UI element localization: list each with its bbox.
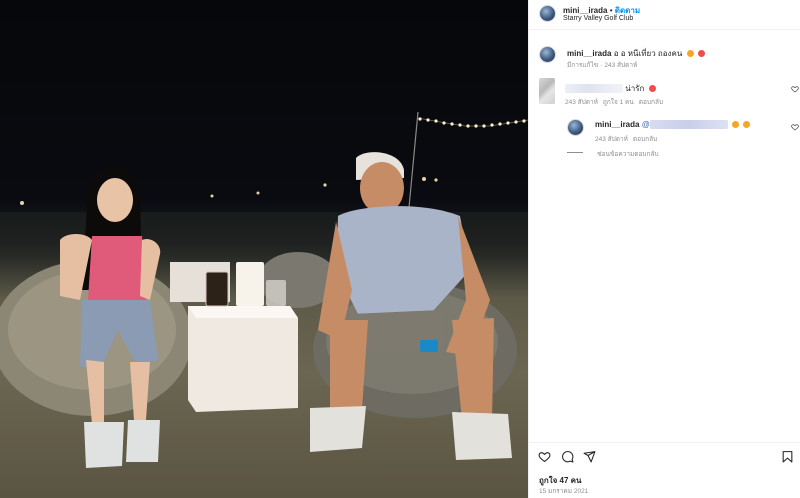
- header-dot-separator: •: [609, 6, 613, 15]
- post-photo[interactable]: [0, 0, 528, 498]
- comment-icon[interactable]: [561, 450, 574, 463]
- grin-emoji-icon-3: [743, 121, 751, 128]
- share-icon[interactable]: [583, 450, 596, 463]
- reply: mini__irada @: [595, 120, 751, 129]
- reply-author-avatar[interactable]: [567, 119, 584, 136]
- post-location[interactable]: Starry Valley Golf Club: [563, 15, 633, 22]
- hide-replies-button[interactable]: ซ่อนข้อความตอบกลับ: [597, 151, 658, 158]
- photo-illustration: [0, 111, 528, 468]
- grin-emoji-icon-2: [732, 121, 740, 128]
- post-side-panel: mini__irada • ติดตาม Starry Valley Golf …: [528, 0, 800, 498]
- reply-username[interactable]: mini__irada: [595, 120, 639, 129]
- comment-meta: 243 สัปดาห์ ถูกใจ 1 คน ตอบกลับ: [565, 97, 668, 107]
- follow-button[interactable]: ติดตาม: [615, 6, 640, 15]
- peach-emoji-icon: [697, 50, 705, 57]
- heart-icon[interactable]: [538, 450, 551, 463]
- caption-edited-label: มีการแก้ไข: [567, 62, 599, 69]
- caption-text: อ อ หนีเที่ยว ถองคน: [613, 49, 683, 58]
- bookmark-icon[interactable]: [781, 450, 794, 463]
- comment-reply-button[interactable]: ตอบกลับ: [639, 99, 663, 106]
- post-actions: ถูกใจ 47 คน 15 มกราคม 2021: [529, 442, 800, 498]
- comment-time: 243 สัปดาห์: [565, 99, 598, 106]
- commenter-avatar[interactable]: [539, 78, 555, 104]
- reply-mention[interactable]: [649, 120, 728, 129]
- comment: น่ารัก: [565, 82, 656, 95]
- reply-reply-button[interactable]: ตอบกลับ: [633, 136, 657, 143]
- comment-like-heart-icon[interactable]: [791, 85, 799, 93]
- reply-like-heart-icon[interactable]: [791, 123, 799, 131]
- caption-time: 243 สัปดาห์: [604, 62, 638, 69]
- caption-meta-sep: ·: [600, 62, 603, 69]
- author-username[interactable]: mini__irada: [563, 6, 607, 15]
- grin-emoji-icon: [686, 50, 694, 57]
- heart-eyes-emoji-icon: [648, 85, 656, 92]
- caption: mini__irada อ อ หนีเที่ยว ถองคน: [567, 47, 705, 60]
- reply-time: 243 สัปดาห์: [595, 136, 628, 143]
- commenter-username[interactable]: [565, 84, 623, 93]
- comment-likes[interactable]: ถูกใจ 1 คน: [603, 99, 634, 106]
- instagram-post-view: mini__irada • ติดตาม Starry Valley Golf …: [0, 0, 800, 498]
- reply-meta: 243 สัปดาห์ ตอบกลับ: [595, 134, 662, 144]
- comment-text: น่ารัก: [625, 84, 645, 93]
- reply-mention-at[interactable]: @: [642, 120, 650, 129]
- hide-replies-line: [567, 152, 583, 153]
- author-avatar[interactable]: [539, 5, 556, 22]
- hide-replies-row[interactable]: ซ่อนข้อความตอบกลับ: [567, 149, 659, 159]
- caption-author-avatar[interactable]: [539, 46, 556, 63]
- caption-meta: มีการแก้ไข · 243 สัปดาห์: [567, 60, 642, 70]
- post-header: mini__irada • ติดตาม Starry Valley Golf …: [529, 0, 800, 30]
- post-date: 15 มกราคม 2021: [539, 488, 589, 495]
- caption-username[interactable]: mini__irada: [567, 49, 611, 58]
